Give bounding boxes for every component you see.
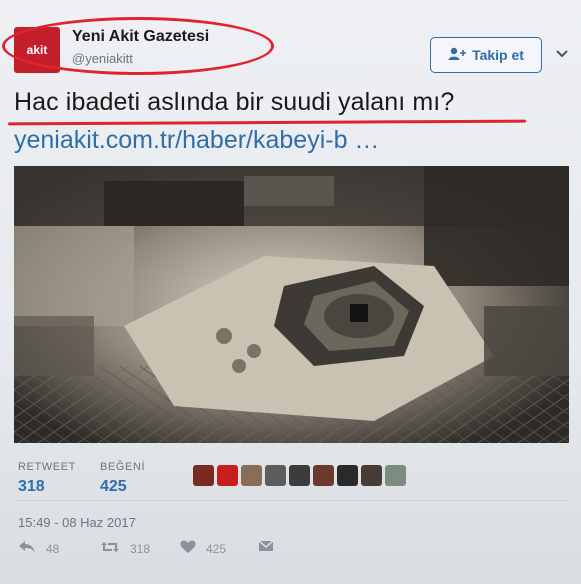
liker-avatar[interactable] — [265, 465, 286, 486]
reply-count: 48 — [46, 541, 60, 556]
retweet-action-count: 318 — [130, 541, 151, 556]
chevron-down-icon[interactable] — [556, 47, 568, 61]
liker-avatar[interactable] — [313, 465, 334, 486]
retweet-icon — [100, 540, 120, 557]
user-handle[interactable]: @yeniakitt — [72, 51, 133, 66]
liker-avatar[interactable] — [241, 465, 262, 486]
liker-avatar[interactable] — [337, 465, 358, 486]
message-button[interactable] — [258, 540, 274, 555]
reply-icon — [18, 540, 36, 557]
like-count[interactable]: 425 — [100, 478, 127, 496]
like-button[interactable]: 425 — [180, 540, 226, 557]
like-action-count: 425 — [206, 541, 227, 556]
follow-label: Takip et — [472, 47, 524, 63]
red-circle-annotation — [2, 17, 274, 75]
divider — [14, 500, 569, 501]
liker-avatar[interactable] — [361, 465, 382, 486]
tweet-link[interactable]: yeniakit.com.tr/haber/kabeyi-b … — [14, 126, 379, 155]
follow-button[interactable]: Takip et — [430, 37, 542, 73]
retweet-count[interactable]: 318 — [18, 478, 45, 496]
liker-avatar[interactable] — [193, 465, 214, 486]
liker-avatar[interactable] — [385, 465, 406, 486]
retweet-label: RETWEET — [18, 461, 76, 473]
envelope-icon — [258, 540, 274, 555]
display-name[interactable]: Yeni Akit Gazetesi — [72, 28, 209, 46]
action-bar: 48 318 425 — [14, 540, 574, 570]
liker-avatar[interactable] — [289, 465, 310, 486]
red-underline-annotation — [7, 119, 527, 126]
heart-icon — [180, 540, 196, 557]
add-user-icon — [448, 47, 467, 64]
timestamp[interactable]: 15:49 - 08 Haz 2017 — [18, 515, 136, 530]
tweet-text: Hac ibadeti aslında bir suudi yalanı mı? — [14, 88, 455, 116]
liker-avatar[interactable] — [217, 465, 238, 486]
likers-avatars — [193, 465, 406, 486]
tweet-screen: akit Yeni Akit Gazetesi @yeniakitt Takip… — [0, 0, 581, 584]
reply-button[interactable]: 48 — [18, 540, 59, 557]
like-label: BEĞENİ — [100, 461, 146, 473]
tweet-photo[interactable] — [14, 166, 569, 443]
aerial-mosque-photo — [14, 166, 569, 443]
retweet-button[interactable]: 318 — [100, 540, 150, 557]
